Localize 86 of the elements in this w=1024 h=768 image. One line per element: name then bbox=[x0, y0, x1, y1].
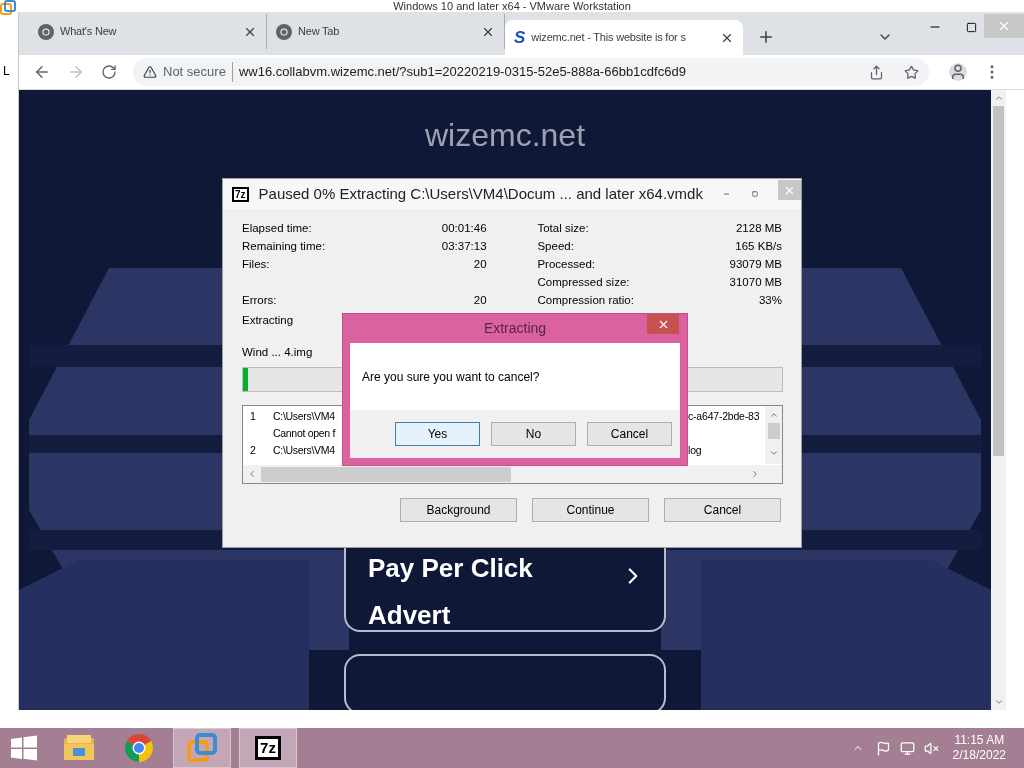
sevenzip-logo-icon: 7z bbox=[232, 186, 249, 202]
log-path: C:\Users\VM4 bbox=[273, 442, 336, 458]
log-message: Cannot open f bbox=[273, 425, 336, 441]
share-icon[interactable] bbox=[869, 64, 884, 80]
site-heading: wizemc.net bbox=[424, 117, 585, 153]
vertical-scrollbar[interactable] bbox=[765, 406, 782, 464]
tab-title: What's New bbox=[60, 24, 118, 40]
scroll-thumb[interactable] bbox=[767, 423, 780, 439]
dialog-button[interactable]: Continue bbox=[532, 498, 649, 522]
dialog-button[interactable]: Cancel bbox=[664, 498, 781, 522]
new-tab-icon[interactable] bbox=[757, 28, 775, 46]
scroll-thumb[interactable] bbox=[261, 466, 511, 482]
scroll-left-icon[interactable] bbox=[247, 469, 257, 479]
scroll-down-icon[interactable] bbox=[768, 448, 779, 458]
stat-value: 33% bbox=[758, 293, 782, 309]
horizontal-scrollbar[interactable] bbox=[243, 465, 782, 483]
log-number: 2 bbox=[249, 442, 257, 458]
log-path-tail: log bbox=[688, 442, 702, 458]
browser-tab[interactable]: What's New bbox=[29, 14, 267, 49]
scroll-right-icon[interactable] bbox=[750, 469, 760, 479]
tab-title: wizemc.net - This website is for s bbox=[531, 30, 687, 46]
scrollbar[interactable] bbox=[991, 90, 1006, 710]
address-bar[interactable]: Not secure ww16.collabvm.wizemc.net/?sub1=20220219-0315-52e5-888a-66bb1cdfc6d9 bbox=[133, 58, 929, 86]
windows-start-icon[interactable] bbox=[11, 735, 37, 761]
scroll-thumb[interactable] bbox=[993, 106, 1004, 456]
bookmark-star-icon[interactable] bbox=[904, 64, 919, 80]
maximize-icon[interactable] bbox=[965, 21, 977, 33]
back-icon[interactable] bbox=[33, 63, 51, 81]
window-title: Paused 0% Extracting C:\Users\VM4\Docum ... and later x64.vmdk bbox=[258, 183, 703, 204]
stat-label: Total size: bbox=[537, 221, 589, 237]
stat-label: Compressed size: bbox=[537, 275, 630, 291]
sidebar-label: L bbox=[3, 63, 10, 80]
folder-icon bbox=[63, 734, 95, 762]
log-path-tail: c-a647-2bde-83 bbox=[688, 408, 760, 424]
security-label: Not secure bbox=[163, 62, 233, 82]
stat-value: 20 bbox=[473, 257, 487, 273]
flag-icon[interactable] bbox=[875, 740, 891, 756]
sevenzip-logo-icon: 7z bbox=[255, 736, 281, 760]
site-favicon-icon: S bbox=[514, 29, 526, 46]
stat-value: 93079 MB bbox=[729, 257, 782, 273]
log-path: C:\Users\VM4 bbox=[273, 408, 336, 424]
stat-value: 2128 MB bbox=[735, 221, 782, 237]
card-title: Pay Per Click bbox=[368, 553, 534, 583]
tab-title: New Tab bbox=[298, 24, 341, 40]
chrome-logo-icon bbox=[276, 23, 292, 40]
status-label: Extracting bbox=[242, 313, 294, 328]
stat-value: 20 bbox=[473, 293, 487, 309]
chrome-logo-icon bbox=[38, 23, 54, 40]
taskbar-app-button[interactable]: 7z bbox=[239, 728, 297, 768]
card-subtitle: Advert bbox=[368, 600, 452, 630]
profile-icon[interactable] bbox=[949, 63, 967, 81]
browser-tab[interactable]: New Tab bbox=[267, 14, 505, 49]
stat-value: 03:37:13 bbox=[441, 239, 487, 255]
stat-label: Remaining time: bbox=[242, 239, 326, 255]
window-title: Windows 10 and later x64 - VMware Workstation bbox=[393, 0, 631, 12]
app-logo-icon bbox=[0, 0, 16, 16]
dialog-button[interactable]: Cancel bbox=[587, 422, 672, 446]
stat-value: 00:01:46 bbox=[441, 221, 487, 237]
stat-label: Speed: bbox=[537, 239, 574, 255]
scroll-down-icon[interactable] bbox=[993, 697, 1004, 707]
dialog-message: Are you sure you want to cancel? bbox=[362, 368, 540, 386]
scroll-up-icon[interactable] bbox=[993, 93, 1004, 103]
forward-icon[interactable] bbox=[67, 63, 85, 81]
warning-icon bbox=[143, 65, 157, 79]
scroll-up-icon[interactable] bbox=[768, 410, 779, 420]
url-text: ww16.collabvm.wizemc.net/?sub1=20220219-0315-52e5-888a-66bb1cdfc6d9 bbox=[238, 63, 687, 82]
dialog-button[interactable]: Background bbox=[400, 498, 517, 522]
chrome-logo-icon bbox=[124, 733, 154, 763]
network-icon[interactable] bbox=[899, 740, 915, 756]
stat-label: Files: bbox=[242, 257, 270, 273]
taskbar-app-button[interactable] bbox=[173, 728, 231, 768]
stat-label: Compression ratio: bbox=[537, 293, 634, 309]
dialog-button[interactable]: No bbox=[491, 422, 576, 446]
current-file: Wind ... 4.img bbox=[242, 345, 313, 360]
stat-label: Errors: bbox=[242, 293, 277, 309]
stat-value: 165 KB/s bbox=[735, 239, 782, 255]
log-number: 1 bbox=[249, 408, 257, 424]
browser-tab[interactable]: S wizemc.net - This website is for s bbox=[505, 20, 743, 55]
stat-label: Elapsed time: bbox=[242, 221, 312, 237]
dialog-button[interactable]: Yes bbox=[395, 422, 480, 446]
overlapping-squares-icon bbox=[187, 733, 217, 763]
dialog-title: Extracting bbox=[483, 319, 547, 338]
stat-label: Processed: bbox=[537, 257, 595, 273]
stat-value: 31070 MB bbox=[729, 275, 782, 291]
reload-icon[interactable] bbox=[101, 64, 117, 80]
speaker-muted-icon[interactable] bbox=[923, 740, 939, 756]
